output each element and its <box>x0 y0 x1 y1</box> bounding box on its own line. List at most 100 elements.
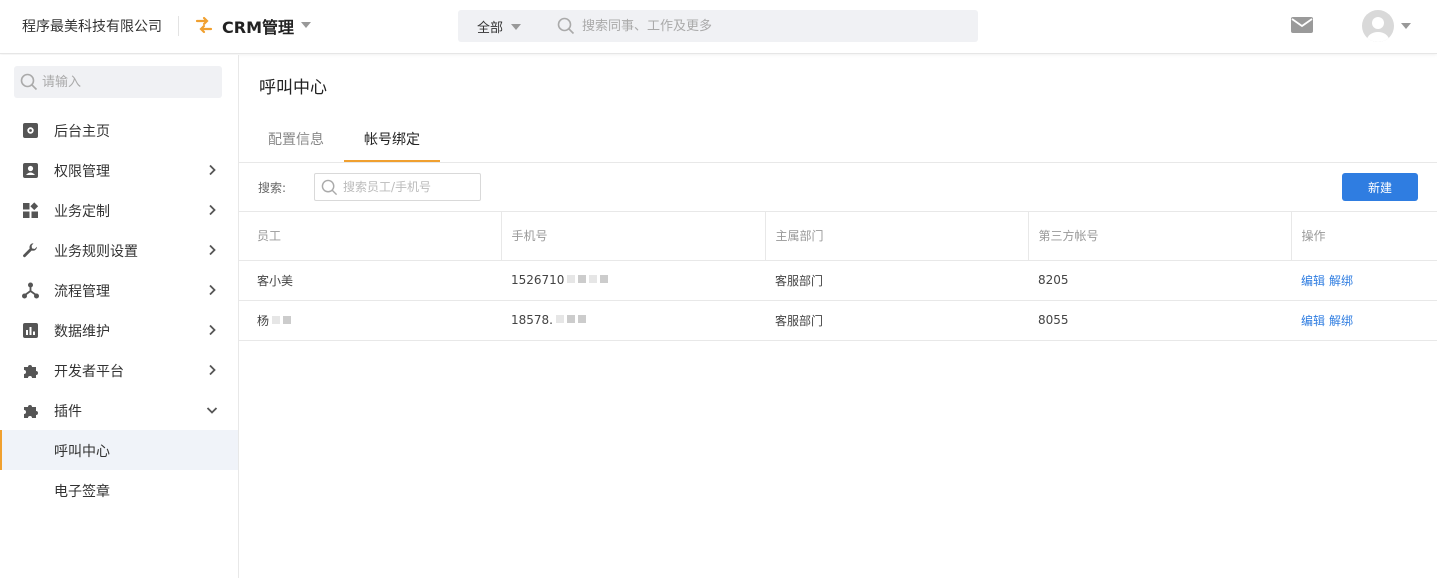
cell-department: 客服部门 <box>765 300 1028 341</box>
global-search: 全部 <box>458 10 978 42</box>
active-tab-indicator <box>344 160 440 162</box>
sidebar: 后台主页 权限管理 业务定制 业务规则设置 流程管理 <box>0 55 239 578</box>
chevron-right-icon <box>209 244 216 256</box>
chart-icon <box>23 323 38 338</box>
cell-phone: 18578. <box>501 300 765 341</box>
sidebar-search-input[interactable] <box>42 66 212 98</box>
app-switcher-caret-icon[interactable] <box>301 22 311 28</box>
redaction-mask <box>578 275 587 283</box>
puzzle-icon <box>24 365 38 378</box>
unbind-link[interactable]: 解绑 <box>1329 274 1353 288</box>
column-header-phone[interactable]: 手机号 <box>501 212 766 261</box>
redaction-mask <box>600 275 609 283</box>
search-icon <box>20 73 38 91</box>
sidebar-item-label: 数据维护 <box>54 324 110 340</box>
app-title[interactable]: CRM管理 <box>222 14 294 38</box>
sidebar-item-label: 后台主页 <box>54 124 110 140</box>
sidebar-search <box>14 66 222 98</box>
table-header-row: 员工 手机号 主属部门 第三方帐号 操作 <box>239 212 1437 261</box>
puzzle-icon <box>24 405 38 418</box>
sidebar-item-label: 业务定制 <box>54 204 110 220</box>
chevron-down-icon <box>206 407 218 414</box>
wrench-icon <box>23 243 38 258</box>
sidebar-item-label: 流程管理 <box>54 284 110 300</box>
avatar-person-icon <box>1367 17 1389 42</box>
search-scope-caret-icon[interactable] <box>511 24 521 30</box>
cell-employee: 杨 <box>239 300 501 341</box>
sidebar-item-label: 电子签章 <box>54 484 110 500</box>
search-icon <box>321 179 338 196</box>
filter-search <box>314 173 481 201</box>
redaction-mask <box>567 315 575 323</box>
company-name[interactable]: 程序最美科技有限公司 <box>22 16 162 36</box>
column-header-third-party-account[interactable]: 第三方帐号 <box>1028 212 1292 261</box>
redaction-mask <box>578 315 586 323</box>
sidebar-item-data[interactable]: 数据维护 <box>0 310 238 350</box>
cell-account: 8055 <box>1028 300 1291 341</box>
mail-icon[interactable] <box>1290 15 1314 35</box>
global-search-input[interactable] <box>582 10 962 42</box>
sidebar-item-home[interactable]: 后台主页 <box>0 110 238 150</box>
redaction-mask <box>283 315 292 324</box>
table-toolbar: 搜索: 新建 <box>239 163 1437 212</box>
crm-app-icon <box>195 16 213 34</box>
sidebar-item-label: 权限管理 <box>54 164 110 180</box>
new-button[interactable]: 新建 <box>1342 173 1418 201</box>
sidebar-item-label: 插件 <box>54 404 82 420</box>
table-row: 杨 18578. 客服部门 8055 编辑 解绑 <box>239 300 1437 341</box>
user-avatar[interactable] <box>1362 10 1394 42</box>
user-menu-caret-icon[interactable] <box>1401 23 1411 29</box>
tab-account-binding[interactable]: 帐号绑定 <box>364 129 420 149</box>
sidebar-item-permissions[interactable]: 权限管理 <box>0 150 238 190</box>
sidebar-item-business-rules[interactable]: 业务规则设置 <box>0 230 238 270</box>
phone-number: 18578. <box>511 313 553 327</box>
chevron-right-icon <box>209 364 216 376</box>
sidebar-item-business-custom[interactable]: 业务定制 <box>0 190 238 230</box>
sidebar-item-developer[interactable]: 开发者平台 <box>0 350 238 390</box>
page-title: 呼叫中心 <box>259 78 327 98</box>
chevron-right-icon <box>209 324 216 336</box>
sidebar-item-label: 开发者平台 <box>54 364 124 380</box>
edit-link[interactable]: 编辑 <box>1301 274 1325 288</box>
chevron-right-icon <box>209 204 216 216</box>
search-scope-select[interactable]: 全部 <box>477 17 503 36</box>
edit-link[interactable]: 编辑 <box>1301 314 1325 328</box>
cell-actions: 编辑 解绑 <box>1291 300 1437 341</box>
redaction-mask <box>272 315 281 324</box>
top-bar: 程序最美科技有限公司 CRM管理 全部 <box>0 0 1437 54</box>
redaction-mask <box>556 315 564 323</box>
cell-employee: 客小美 <box>239 260 501 301</box>
search-icon <box>557 17 575 35</box>
unbind-link[interactable]: 解绑 <box>1329 314 1353 328</box>
flow-icon <box>22 282 39 299</box>
cell-actions: 编辑 解绑 <box>1291 260 1437 301</box>
sidebar-item-plugins[interactable]: 插件 <box>0 390 238 430</box>
sidebar-item-e-signature[interactable]: 电子签章 <box>0 470 238 510</box>
phone-number: 1526710 <box>511 273 565 287</box>
employee-name: 杨 <box>257 313 270 328</box>
tab-config-info[interactable]: 配置信息 <box>268 129 324 149</box>
sidebar-item-label: 业务规则设置 <box>54 244 138 260</box>
account-binding-table: 员工 手机号 主属部门 第三方帐号 操作 客小美 1526710 客服部门 82… <box>239 212 1437 341</box>
column-header-department[interactable]: 主属部门 <box>765 212 1029 261</box>
redaction-mask <box>567 275 576 283</box>
chevron-right-icon <box>209 284 216 296</box>
column-header-actions: 操作 <box>1291 212 1437 261</box>
header-divider <box>178 16 179 36</box>
employee-name: 客小美 <box>257 273 294 288</box>
grid-icon <box>23 202 39 218</box>
cell-department: 客服部门 <box>765 260 1028 301</box>
cell-account: 8205 <box>1028 260 1291 301</box>
sidebar-item-call-center[interactable]: 呼叫中心 <box>0 430 238 470</box>
table-row: 客小美 1526710 客服部门 8205 编辑 解绑 <box>239 260 1437 301</box>
sidebar-item-process[interactable]: 流程管理 <box>0 270 238 310</box>
settings-icon <box>23 123 38 138</box>
user-card-icon <box>23 163 38 178</box>
sidebar-item-label: 呼叫中心 <box>54 444 110 460</box>
redaction-mask <box>589 275 598 283</box>
filter-label: 搜索: <box>258 181 287 195</box>
filter-search-input[interactable] <box>343 174 477 200</box>
chevron-right-icon <box>209 164 216 176</box>
column-header-employee[interactable]: 员工 <box>239 212 502 261</box>
cell-phone: 1526710 <box>501 260 765 301</box>
